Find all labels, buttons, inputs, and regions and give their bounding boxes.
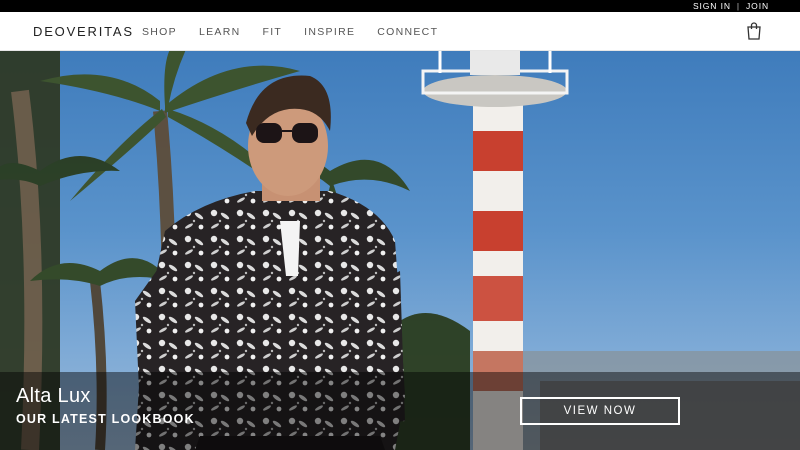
join-link[interactable]: JOIN — [746, 1, 769, 11]
main-navigation: DEOVERITAS SHOP LEARN FIT INSPIRE CONNEC… — [0, 12, 800, 51]
brand-logo[interactable]: DEOVERITAS — [33, 24, 134, 39]
nav-item-connect[interactable]: CONNECT — [377, 26, 438, 38]
hero-banner[interactable]: Alta Lux OUR LATEST LOOKBOOK VIEW NOW — [0, 51, 800, 450]
nav-item-shop[interactable]: SHOP — [142, 26, 177, 38]
nav-item-inspire[interactable]: INSPIRE — [304, 26, 355, 38]
nav-item-fit[interactable]: FIT — [262, 26, 282, 38]
caption-overlay — [0, 372, 800, 450]
account-separator: | — [736, 1, 741, 11]
view-now-button[interactable]: VIEW NOW — [520, 397, 680, 425]
account-links: SIGN IN | JOIN — [693, 1, 769, 11]
sign-in-link[interactable]: SIGN IN — [693, 1, 731, 11]
hero-title: Alta Lux — [16, 385, 91, 407]
nav-item-learn[interactable]: LEARN — [199, 26, 241, 38]
hero-subtitle: OUR LATEST LOOKBOOK — [16, 412, 195, 426]
nav-menu: SHOP LEARN FIT INSPIRE CONNECT — [142, 26, 460, 38]
shopping-bag-icon[interactable] — [745, 21, 763, 41]
utility-bar: SIGN IN | JOIN — [0, 0, 800, 12]
